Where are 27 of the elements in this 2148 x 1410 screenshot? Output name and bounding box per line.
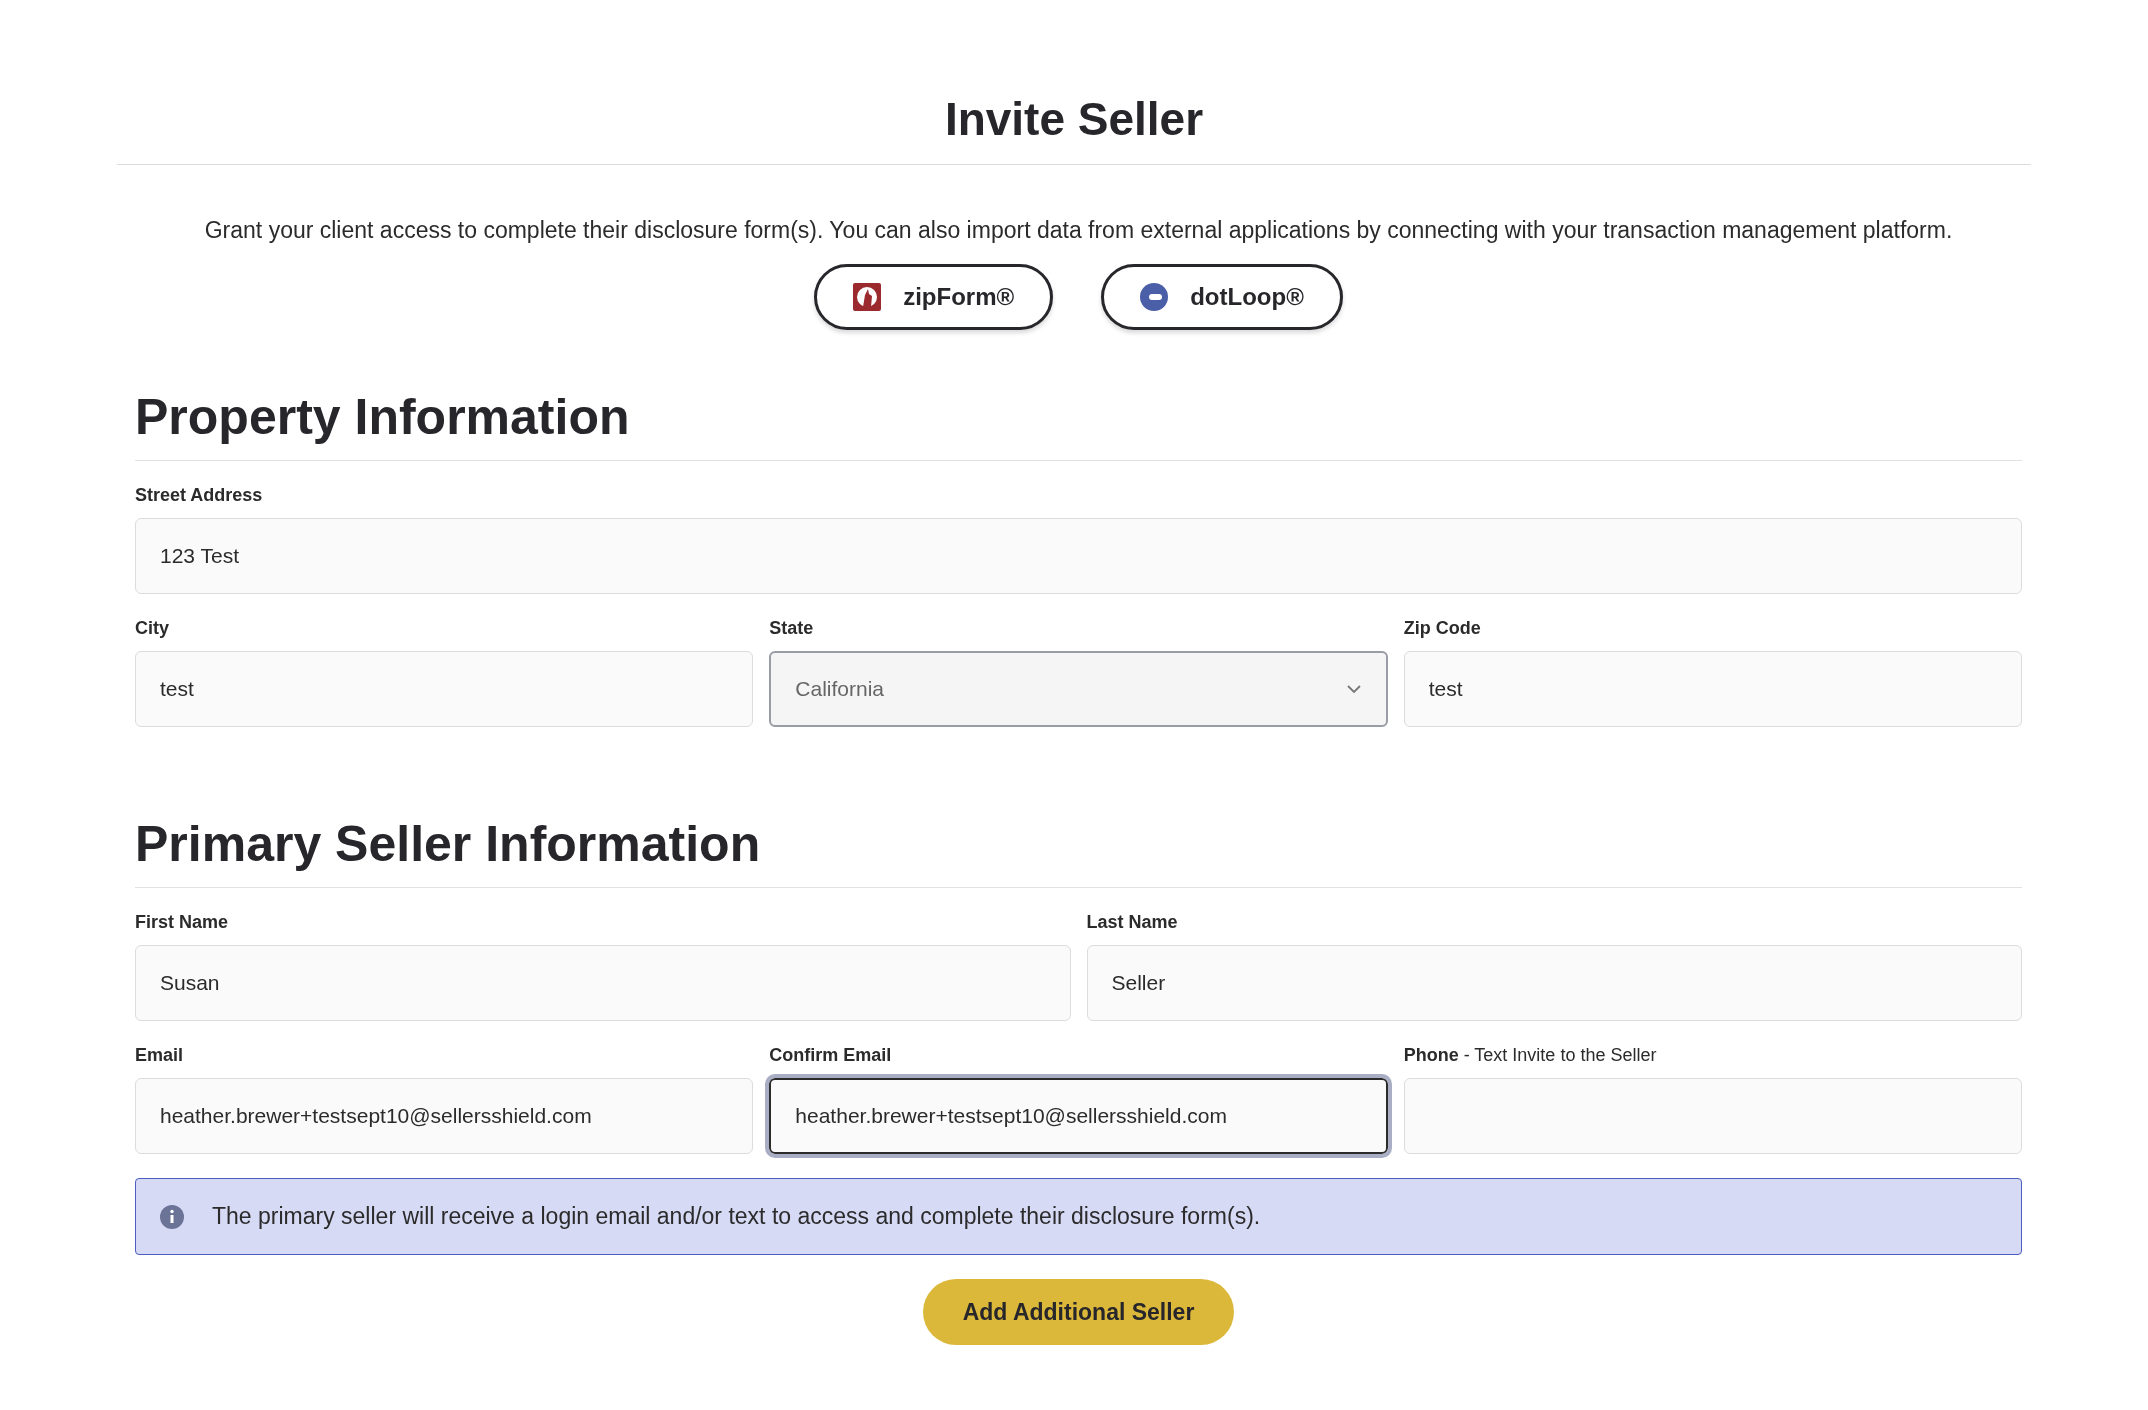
state-dropdown[interactable]: California xyxy=(769,651,1388,727)
field-label: Zip Code xyxy=(1403,618,1482,639)
page-title: Invite Seller xyxy=(943,92,1205,146)
field-label: Street Address xyxy=(135,485,264,506)
integration-button[interactable]: zipForm® xyxy=(814,264,1054,330)
input-field[interactable]: Seller xyxy=(1086,945,2022,1021)
info-icon xyxy=(160,1204,184,1229)
integration-button[interactable]: dotLoop® xyxy=(1101,264,1343,330)
input-field[interactable] xyxy=(1403,1078,2022,1154)
input-field[interactable]: 123 Test xyxy=(135,518,2022,594)
input-field[interactable]: test xyxy=(1403,651,2022,727)
input-field[interactable]: test xyxy=(135,651,754,727)
field-label: City xyxy=(135,618,170,639)
field-label: First Name xyxy=(135,912,230,933)
section-heading: Property Information xyxy=(135,388,2022,461)
input-field[interactable]: Susan xyxy=(135,945,1071,1021)
field-label: Email xyxy=(135,1045,185,1066)
field-label: State xyxy=(769,618,815,639)
add-seller-button[interactable]: Add Additional Seller xyxy=(922,1279,1235,1345)
field-label: Confirm Email xyxy=(769,1045,893,1066)
section-heading: Primary Seller Information xyxy=(135,815,2022,888)
field-label: Phone - Text Invite to the Seller xyxy=(1403,1045,1658,1066)
description-text: Grant your client access to complete their disclosure form(s). You can also import data from external applications by connecting with your transaction management platform. xyxy=(203,217,1954,244)
chevron-down-icon xyxy=(1345,684,1362,694)
field-label: Last Name xyxy=(1086,912,1179,933)
info-text: The primary seller will receive a login email and/or text to access and complete their disclosure form(s). xyxy=(212,1203,1261,1230)
input-field[interactable]: heather.brewer+testsept10@sellersshield.com xyxy=(135,1078,754,1154)
